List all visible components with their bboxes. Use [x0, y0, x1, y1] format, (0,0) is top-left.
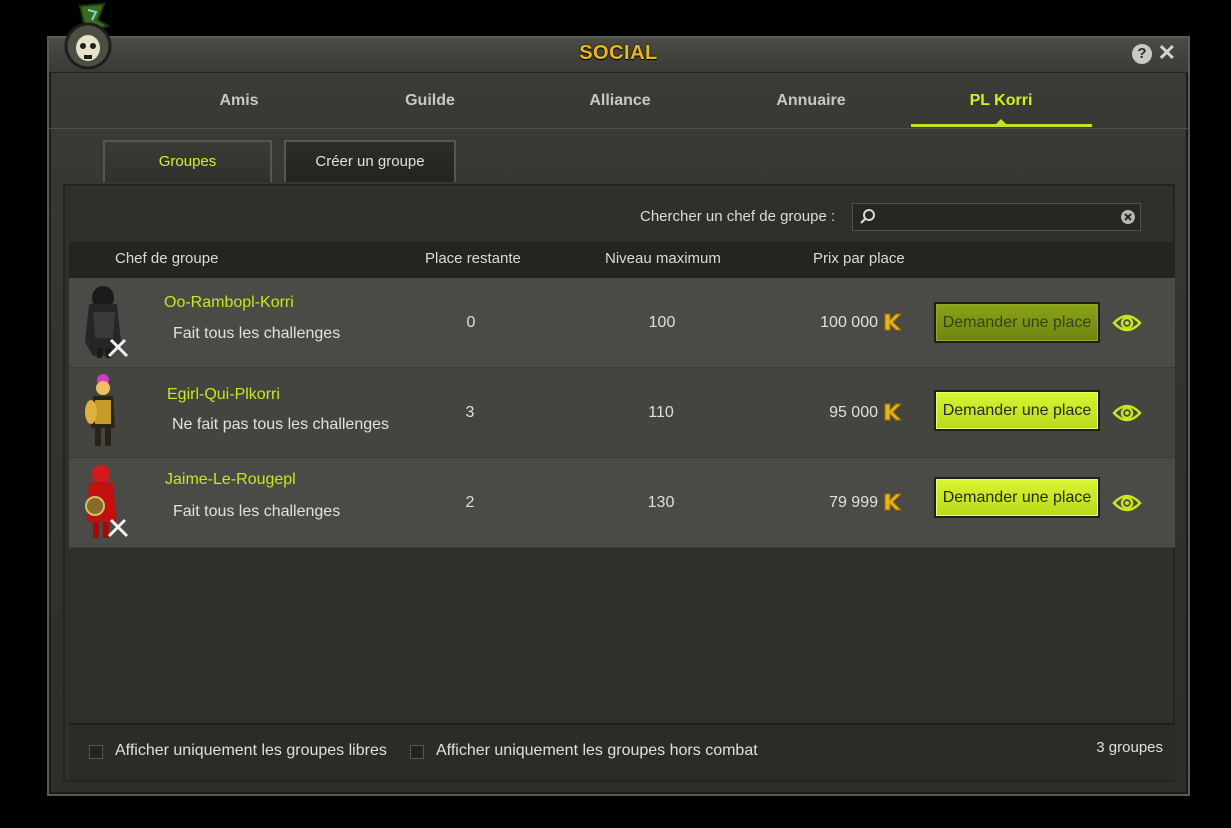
close-button[interactable]: ✕ — [1158, 41, 1176, 65]
search-label: Chercher un chef de groupe : — [640, 208, 836, 225]
kama-icon — [884, 313, 902, 331]
header-niveau[interactable]: Niveau maximum — [605, 250, 721, 267]
subtab-groupes[interactable]: Groupes — [103, 140, 272, 182]
leader-description: Fait tous les challenges — [173, 325, 341, 342]
request-place-button[interactable]: Demander une place — [934, 390, 1100, 431]
request-place-button[interactable]: Demander une place — [934, 477, 1100, 518]
header-prix[interactable]: Prix par place — [813, 250, 905, 267]
active-tab-caret — [995, 119, 1007, 125]
max-level: 130 — [647, 494, 675, 511]
filter-out-of-combat-label[interactable]: Afficher uniquement les groupes hors com… — [436, 742, 758, 760]
tab-guilde[interactable]: Guilde — [340, 92, 520, 110]
eye-icon[interactable] — [1112, 491, 1142, 515]
header-chef[interactable]: Chef de groupe — [115, 250, 218, 267]
kama-icon — [884, 493, 902, 511]
max-level: 100 — [648, 314, 676, 331]
subtab-creer-groupe[interactable]: Créer un groupe — [284, 140, 456, 182]
tab-pl-korri[interactable]: PL Korri — [911, 92, 1091, 110]
eye-icon[interactable] — [1112, 401, 1142, 425]
groups-panel: Chercher un chef de groupe : Chef de gro… — [63, 184, 1175, 782]
leader-name[interactable]: Oo-Rambopl-Korri — [164, 294, 294, 312]
panel-footer: Afficher uniquement les groupes libres A… — [69, 723, 1175, 780]
price-per-place: 95 000 — [829, 404, 878, 421]
table-row[interactable]: Jaime-Le-Rougepl Fait tous les challenge… — [69, 458, 1175, 548]
filter-free-checkbox[interactable] — [89, 745, 103, 759]
places-remaining: 3 — [465, 404, 475, 421]
header-places[interactable]: Place restante — [425, 250, 521, 267]
table-header: Chef de groupe Place restante Niveau max… — [69, 242, 1175, 278]
price-per-place: 100 000 — [820, 314, 878, 331]
tab-annuaire[interactable]: Annuaire — [721, 92, 901, 110]
price-per-place: 79 999 — [829, 494, 878, 511]
tab-amis[interactable]: Amis — [149, 92, 329, 110]
window-title: SOCIAL — [579, 42, 658, 64]
places-remaining: 0 — [466, 314, 476, 331]
tab-alliance[interactable]: Alliance — [530, 92, 710, 110]
table-row[interactable]: Egirl-Qui-Plkorri Ne fait pas tous les c… — [69, 368, 1175, 458]
character-avatar — [85, 465, 129, 538]
kama-icon — [884, 403, 902, 421]
character-avatar — [85, 374, 115, 446]
leader-name[interactable]: Jaime-Le-Rougepl — [165, 471, 296, 489]
filter-free-label[interactable]: Afficher uniquement les groupes libres — [115, 742, 387, 760]
max-level: 110 — [648, 404, 674, 421]
filter-out-of-combat-checkbox[interactable] — [410, 745, 424, 759]
help-button[interactable]: ? — [1132, 44, 1152, 64]
places-remaining: 2 — [465, 494, 475, 511]
social-emblem-icon — [64, 2, 112, 70]
social-window: SOCIAL ? ✕ Amis Guilde Alliance Annuaire… — [47, 36, 1190, 796]
group-count: 3 groupes — [1096, 739, 1163, 756]
table-row[interactable]: Oo-Rambopl-Korri Fait tous les challenge… — [69, 278, 1175, 368]
eye-icon[interactable] — [1112, 311, 1142, 335]
character-avatar — [85, 286, 129, 358]
leader-description: Fait tous les challenges — [173, 503, 341, 520]
clear-search-icon[interactable] — [1120, 209, 1136, 225]
search-input[interactable] — [852, 203, 1141, 231]
request-place-button[interactable]: Demander une place — [934, 302, 1100, 343]
leader-description: Ne fait pas tous les challenges — [172, 416, 390, 433]
search-icon — [860, 209, 875, 224]
leader-name[interactable]: Egirl-Qui-Plkorri — [167, 386, 280, 404]
title-bar[interactable]: SOCIAL ? ✕ — [49, 38, 1188, 73]
main-tabs: Amis Guilde Alliance Annuaire PL Korri — [49, 74, 1188, 129]
